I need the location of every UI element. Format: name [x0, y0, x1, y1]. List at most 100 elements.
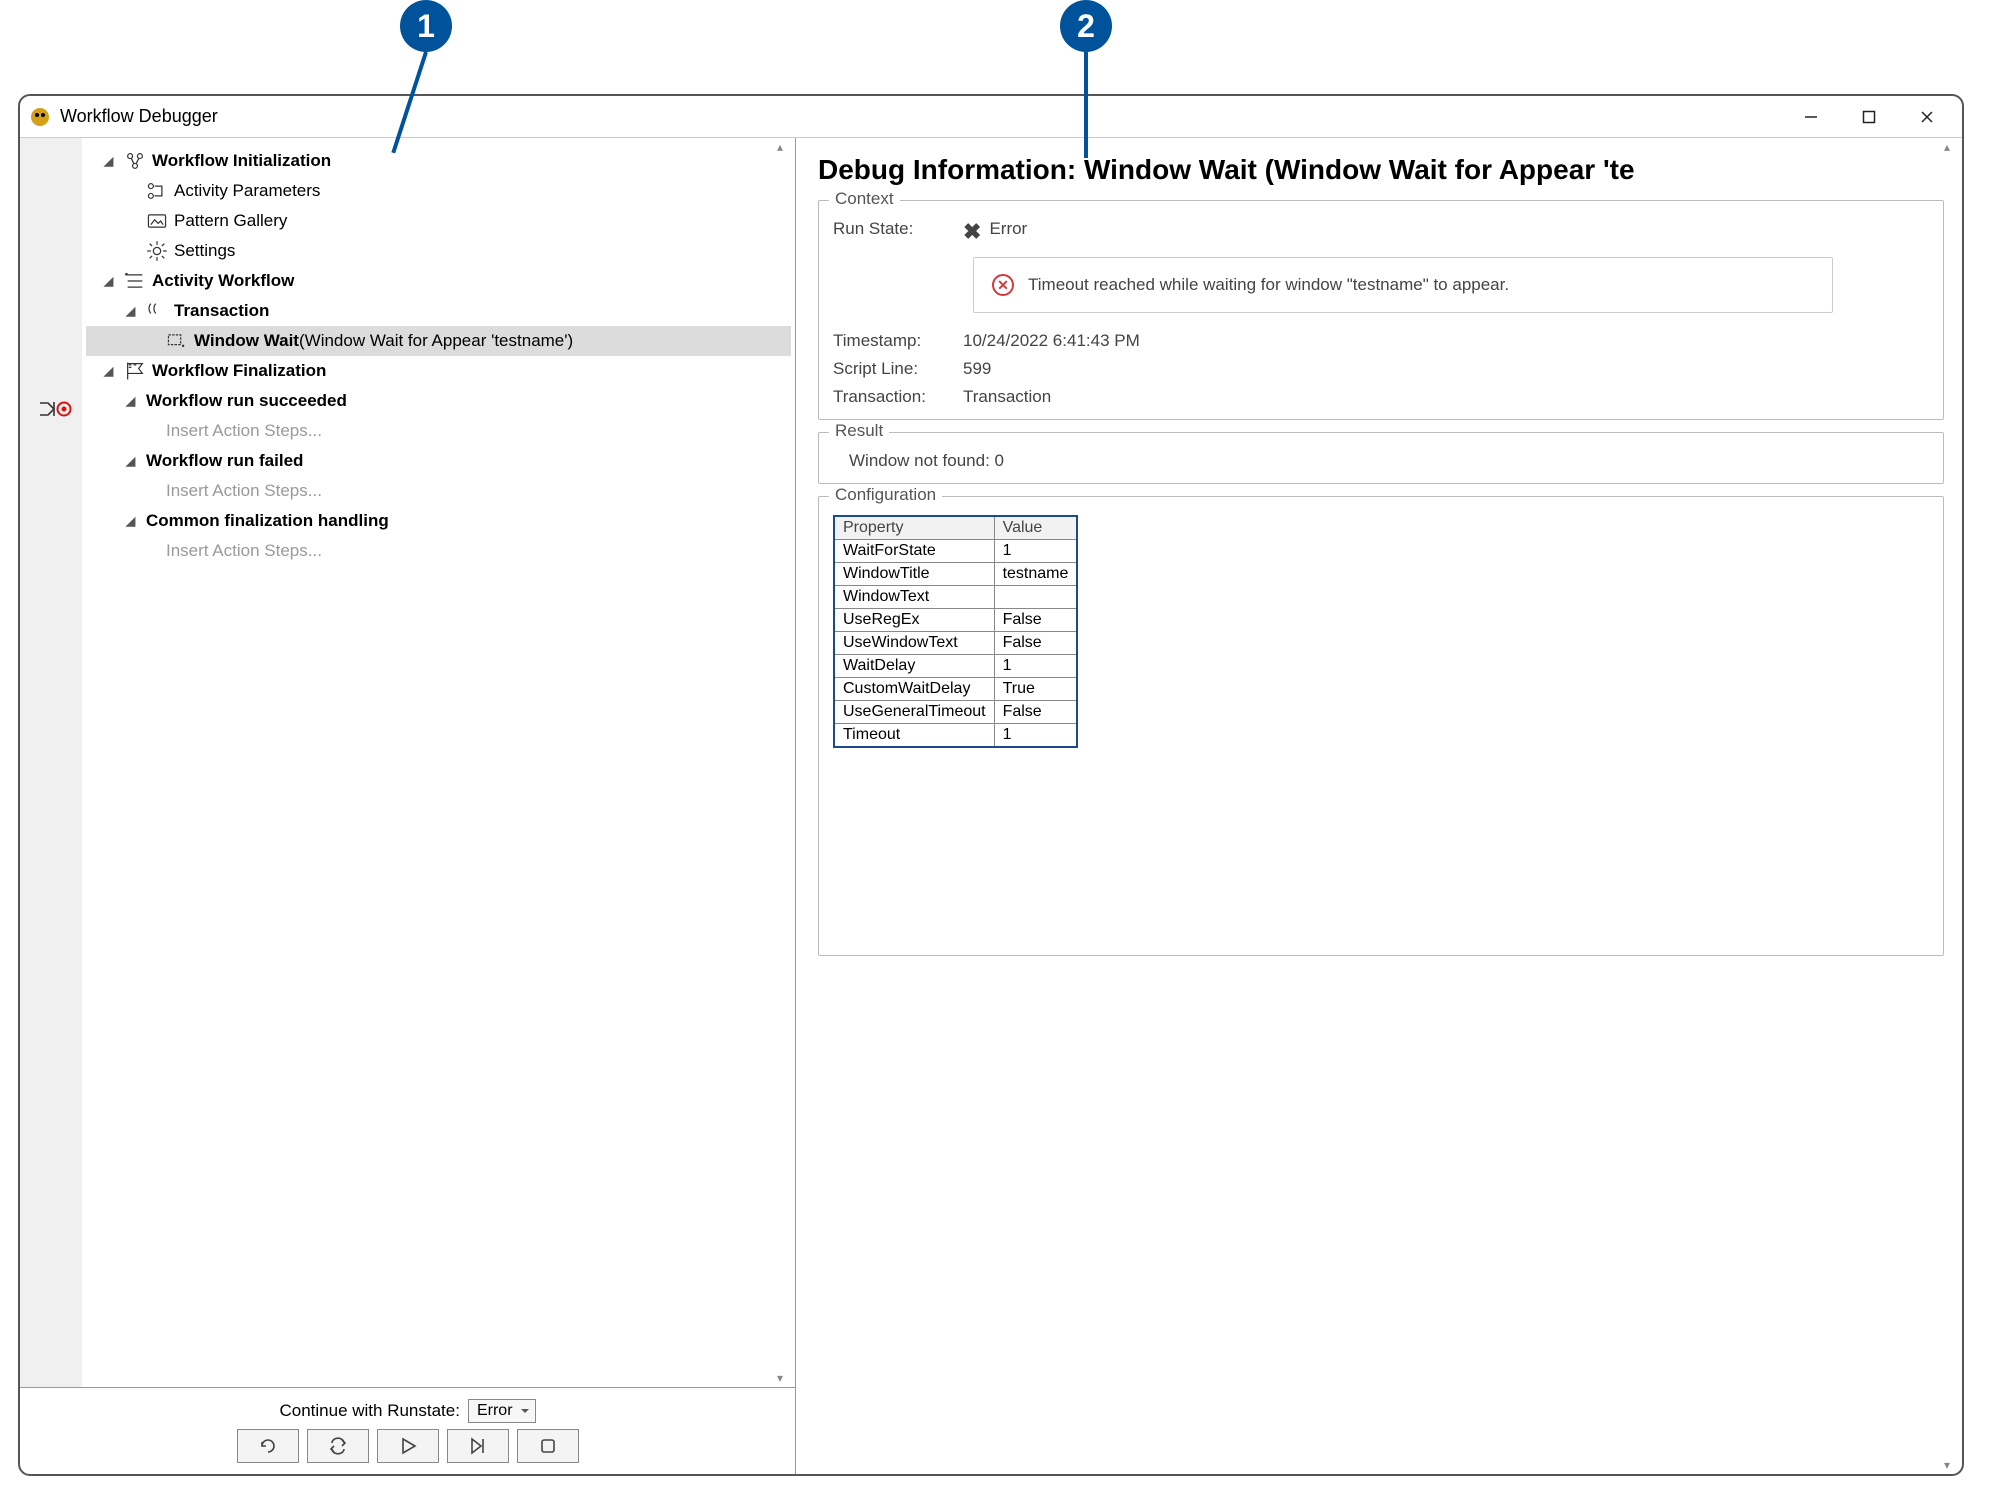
config-value: False: [994, 701, 1077, 724]
config-property: UseRegEx: [834, 609, 994, 632]
tree-node-insert-steps[interactable]: Insert Action Steps...: [86, 416, 791, 446]
tree-label: Common finalization handling: [146, 511, 389, 531]
table-row[interactable]: WaitForState1: [834, 540, 1077, 563]
tree-node-activity-workflow[interactable]: ◢ Activity Workflow: [86, 266, 791, 296]
tree-node-pattern-gallery[interactable]: Pattern Gallery: [86, 206, 791, 236]
tree-label: Activity Workflow: [152, 271, 294, 291]
context-legend: Context: [829, 189, 900, 209]
config-property: CustomWaitDelay: [834, 678, 994, 701]
config-value: False: [994, 609, 1077, 632]
config-header-value: Value: [994, 516, 1077, 540]
error-icon: ✖: [963, 219, 981, 245]
callout-2: 2: [1060, 0, 1112, 52]
gear-icon: [146, 242, 168, 260]
config-property: UseGeneralTimeout: [834, 701, 994, 724]
tree-label: Workflow Finalization: [152, 361, 326, 381]
app-window: Workflow Debugger: [18, 94, 1964, 1476]
tree-label: Insert Action Steps...: [166, 541, 322, 561]
tree-node-common-handling[interactable]: ◢ Common finalization handling: [86, 506, 791, 536]
scriptline-label: Script Line:: [833, 359, 963, 379]
table-row[interactable]: WindowTitletestname: [834, 563, 1077, 586]
scroll-down-icon[interactable]: ▾: [1944, 1458, 1950, 1472]
result-text: Window not found: 0: [833, 451, 1929, 471]
tree-node-insert-steps[interactable]: Insert Action Steps...: [86, 476, 791, 506]
table-row[interactable]: Timeout1: [834, 724, 1077, 748]
window-title: Workflow Debugger: [60, 106, 1782, 127]
bottom-toolbar: Continue with Runstate: Error: [20, 1388, 795, 1474]
config-header-property: Property: [834, 516, 994, 540]
gallery-icon: [146, 212, 168, 230]
config-value: False: [994, 632, 1077, 655]
context-section: Context Run State: ✖ Error ✕ Timeout rea…: [818, 200, 1944, 420]
tree-node-transaction[interactable]: ◢ Transaction: [86, 296, 791, 326]
tree-area: ◢ Workflow Initialization Activity Param…: [20, 138, 795, 1388]
left-pane: ◢ Workflow Initialization Activity Param…: [20, 138, 796, 1474]
config-table: Property Value WaitForState1WindowTitlet…: [833, 515, 1078, 748]
tree-node-init[interactable]: ◢ Workflow Initialization: [86, 146, 791, 176]
result-legend: Result: [829, 421, 889, 441]
error-message-box: ✕ Timeout reached while waiting for wind…: [973, 257, 1833, 313]
table-row[interactable]: WaitDelay1: [834, 655, 1077, 678]
chevron-down-icon[interactable]: ◢: [104, 154, 120, 168]
timestamp-label: Timestamp:: [833, 331, 963, 351]
flag-icon: [124, 362, 146, 380]
close-button[interactable]: [1898, 96, 1956, 138]
init-icon: [124, 152, 146, 170]
config-value: testname: [994, 563, 1077, 586]
table-row[interactable]: CustomWaitDelayTrue: [834, 678, 1077, 701]
continue-label: Continue with Runstate:: [279, 1401, 460, 1421]
scroll-up-icon[interactable]: ▴: [777, 140, 783, 154]
restart-button[interactable]: [237, 1429, 299, 1463]
error-circle-icon: ✕: [992, 274, 1014, 296]
chevron-down-icon[interactable]: ◢: [126, 514, 142, 528]
runstate-select[interactable]: Error: [468, 1399, 536, 1423]
timestamp-value: 10/24/2022 6:41:43 PM: [963, 331, 1140, 351]
step-button[interactable]: [447, 1429, 509, 1463]
error-message: Timeout reached while waiting for window…: [1028, 275, 1509, 295]
tree-node-activity-params[interactable]: Activity Parameters: [86, 176, 791, 206]
tree-label: Pattern Gallery: [174, 211, 287, 231]
tree-node-finalization[interactable]: ◢ Workflow Finalization: [86, 356, 791, 386]
breakpoint-gutter[interactable]: [20, 138, 82, 1387]
callout-2-line: [1084, 52, 1088, 158]
table-row[interactable]: UseGeneralTimeoutFalse: [834, 701, 1077, 724]
workflow-tree[interactable]: ◢ Workflow Initialization Activity Param…: [82, 138, 795, 1387]
transaction-icon: [146, 302, 168, 320]
play-button[interactable]: [377, 1429, 439, 1463]
tree-node-window-wait[interactable]: Window Wait (Window Wait for Appear 'tes…: [86, 326, 791, 356]
tree-node-run-failed[interactable]: ◢ Workflow run failed: [86, 446, 791, 476]
table-row[interactable]: UseRegExFalse: [834, 609, 1077, 632]
chevron-down-icon[interactable]: ◢: [104, 274, 120, 288]
config-section: Configuration Property Value WaitForStat…: [818, 496, 1944, 956]
workflow-icon: [124, 272, 146, 290]
config-property: WaitForState: [834, 540, 994, 563]
scroll-down-icon[interactable]: ▾: [777, 1371, 783, 1385]
chevron-down-icon[interactable]: ◢: [126, 394, 142, 408]
tree-node-settings[interactable]: Settings: [86, 236, 791, 266]
config-property: WaitDelay: [834, 655, 994, 678]
config-value: 1: [994, 540, 1077, 563]
minimize-button[interactable]: [1782, 96, 1840, 138]
table-row[interactable]: UseWindowTextFalse: [834, 632, 1077, 655]
stop-button[interactable]: [517, 1429, 579, 1463]
runstate-value: Error: [989, 219, 1027, 245]
chevron-down-icon[interactable]: ◢: [104, 364, 120, 378]
tree-node-run-succeeded[interactable]: ◢ Workflow run succeeded: [86, 386, 791, 416]
config-property: Timeout: [834, 724, 994, 748]
right-pane: Debug Information: Window Wait (Window W…: [796, 138, 1962, 1474]
scroll-up-icon[interactable]: ▴: [1944, 140, 1950, 154]
table-row[interactable]: WindowText: [834, 586, 1077, 609]
chevron-down-icon[interactable]: ◢: [126, 454, 142, 468]
tree-label-suffix: (Window Wait for Appear 'testname'): [299, 331, 573, 351]
loop-button[interactable]: [307, 1429, 369, 1463]
config-value: True: [994, 678, 1077, 701]
tree-label: Workflow run succeeded: [146, 391, 347, 411]
maximize-button[interactable]: [1840, 96, 1898, 138]
params-icon: [146, 182, 168, 200]
right-scrollbar[interactable]: ▴ ▾: [1940, 138, 1962, 1474]
tree-label: Activity Parameters: [174, 181, 320, 201]
tree-scrollbar[interactable]: ▴ ▾: [773, 138, 795, 1387]
chevron-down-icon[interactable]: ◢: [126, 304, 142, 318]
tree-node-insert-steps[interactable]: Insert Action Steps...: [86, 536, 791, 566]
runstate-label: Run State:: [833, 219, 963, 245]
